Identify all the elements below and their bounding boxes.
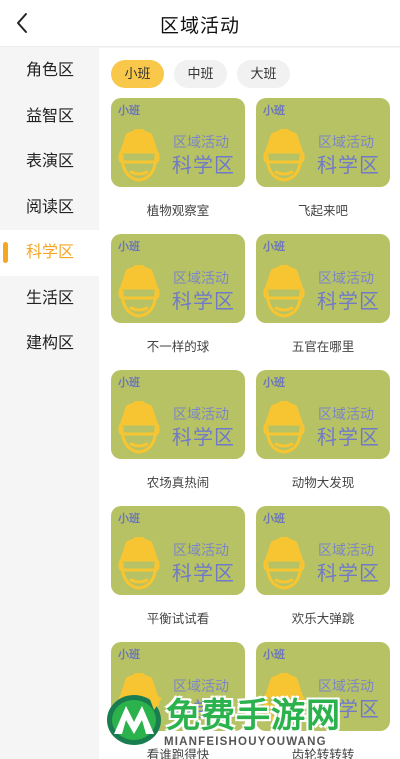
sidebar-item-puzzle[interactable]: 益智区 [0, 94, 99, 140]
tab-middle[interactable]: 中班 [174, 60, 227, 88]
watermark-pinyin: MIANFEISHOUYOUWANG [164, 736, 327, 748]
activity-card[interactable]: 小班 区域活动 科学区五官在哪里 [256, 234, 390, 355]
activity-title: 欢乐大弹跳 [291, 612, 355, 626]
face-icon [117, 536, 161, 590]
grade-badge: 小班 [263, 513, 285, 525]
face-icon [262, 264, 306, 318]
grade-badge: 小班 [118, 649, 140, 661]
content-area: 小班 中班 大班 小班 区域活动 科学区 植物观察室 小班 区域活动 科学区 飞起来吧 小班 区域… [99, 48, 400, 759]
activity-thumbnail: 小班 区域活动 科学区 [256, 370, 390, 459]
face-icon [262, 536, 306, 590]
watermark-logo-icon [107, 694, 162, 745]
activity-title: 动物大发现 [291, 476, 355, 490]
activity-thumbnail: 小班 区域活动 科学区 [111, 506, 245, 595]
thumbnail-category: 科学区 [317, 291, 380, 313]
grade-badge: 小班 [263, 377, 285, 389]
thumbnail-category: 科学区 [317, 563, 380, 585]
tab-small[interactable]: 小班 [111, 60, 164, 88]
activity-title: 平衡试试看 [146, 612, 210, 626]
activity-thumbnail: 小班 区域活动 科学区 [111, 234, 245, 323]
activity-card[interactable]: 小班 区域活动 科学区平衡试试看 [111, 506, 245, 627]
sidebar-item-performance[interactable]: 表演区 [0, 139, 99, 185]
page-title: 区域活动 [159, 16, 240, 37]
sidebar-item-life[interactable]: 生活区 [0, 276, 99, 322]
sidebar-item-construction[interactable]: 建构区 [0, 321, 99, 367]
face-icon [262, 400, 306, 454]
watermark: 免费手游网 MIANFEISHOUYOUWANG [104, 688, 400, 759]
tab-large[interactable]: 大班 [237, 60, 290, 88]
activity-card[interactable]: 小班 区域活动 科学区动物大发现 [256, 370, 390, 491]
thumbnail-category: 科学区 [317, 427, 380, 449]
face-icon [117, 264, 161, 318]
activity-card[interactable]: 小班 区域活动 科学区不一样的球 [111, 234, 245, 355]
face-icon [117, 128, 161, 182]
activity-thumbnail: 小班 区域活动 科学区 [111, 370, 245, 459]
activity-title: 不一样的球 [146, 340, 210, 354]
grade-badge: 小班 [263, 241, 285, 253]
activity-title: 飞起来吧 [297, 204, 348, 218]
activity-thumbnail: 小班 区域活动 科学区 [256, 234, 390, 323]
activity-title: 农场真热闹 [146, 476, 210, 490]
thumbnail-category: 科学区 [172, 563, 235, 585]
activity-title: 植物观察室 [146, 204, 210, 218]
grade-badge: 小班 [118, 105, 140, 117]
thumbnail-category: 科学区 [317, 155, 380, 177]
face-icon [117, 400, 161, 454]
sidebar-item-role[interactable]: 角色区 [0, 48, 99, 94]
thumbnail-category: 科学区 [172, 291, 235, 313]
grade-badge: 小班 [263, 105, 285, 117]
activity-card[interactable]: 小班 区域活动 科学区植物观察室 [111, 98, 245, 219]
activity-card[interactable]: 小班 区域活动 科学区飞起来吧 [256, 98, 390, 219]
activity-title: 五官在哪里 [291, 340, 355, 354]
grade-badge: 小班 [118, 377, 140, 389]
activity-thumbnail: 小班 区域活动 科学区 [256, 506, 390, 595]
activity-thumbnail: 小班 区域活动 科学区 [256, 98, 390, 187]
category-sidebar: 角色区 益智区 表演区 阅读区 科学区 生活区 建构区 [0, 48, 99, 759]
grade-badge: 小班 [118, 513, 140, 525]
sidebar-item-reading[interactable]: 阅读区 [0, 185, 99, 231]
face-icon [262, 128, 306, 182]
activity-card[interactable]: 小班 区域活动 科学区农场真热闹 [111, 370, 245, 491]
activity-card[interactable]: 小班 区域活动 科学区欢乐大弹跳 [256, 506, 390, 627]
activity-thumbnail: 小班 区域活动 科学区 [111, 98, 245, 187]
watermark-text: 免费手游网 [166, 697, 341, 735]
grade-badge: 小班 [118, 241, 140, 253]
thumbnail-category: 科学区 [172, 155, 235, 177]
grade-badge: 小班 [263, 649, 285, 661]
thumbnail-category: 科学区 [172, 427, 235, 449]
top-bar: 区域活动 [0, 0, 400, 47]
sidebar-item-science[interactable]: 科学区 [0, 230, 99, 276]
